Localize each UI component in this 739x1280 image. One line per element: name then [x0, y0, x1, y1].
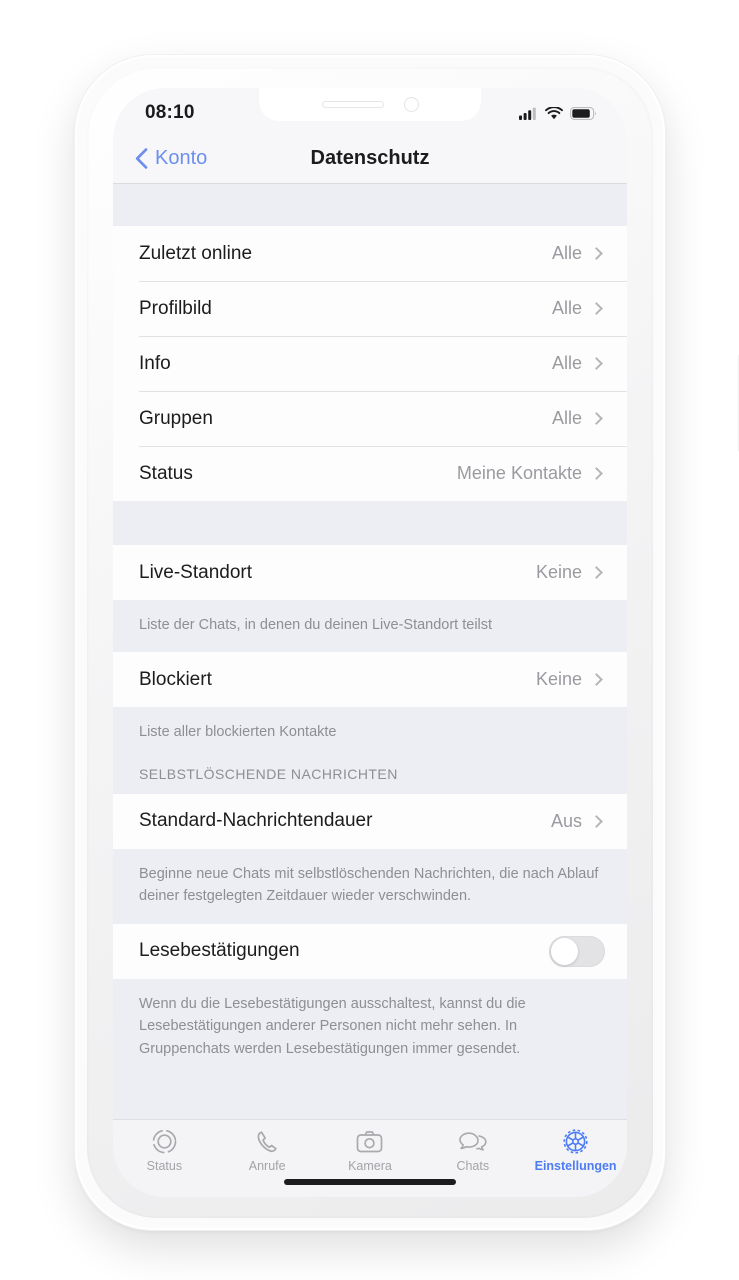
- status-rings-icon: [151, 1128, 178, 1155]
- tab-status[interactable]: Status: [113, 1128, 216, 1173]
- tab-label: Chats: [456, 1159, 490, 1173]
- home-indicator-bar[interactable]: [284, 1179, 456, 1185]
- chevron-right-icon: [590, 566, 603, 579]
- earpiece-speaker-icon: [321, 101, 384, 108]
- row-info[interactable]: Info Alle: [113, 336, 627, 391]
- chevron-right-icon: [590, 815, 603, 828]
- tab-chats[interactable]: Chats: [421, 1128, 524, 1173]
- chevron-right-icon: [590, 673, 603, 687]
- row-label: Zuletzt online: [139, 242, 253, 264]
- row-value: Alle: [551, 353, 582, 373]
- chevron-right-icon: [590, 412, 603, 425]
- tab-label: Anrufe: [248, 1159, 286, 1173]
- row-gruppen[interactable]: Gruppen Alle: [113, 391, 627, 446]
- chevron-right-icon: [590, 247, 603, 260]
- battery-icon: [570, 106, 597, 120]
- phone-screen: 08:10 Konto Datenschutz Zuletzt online A…: [113, 88, 627, 1197]
- row-label: Status: [139, 462, 193, 484]
- read-receipts-toggle[interactable]: [549, 935, 605, 967]
- back-button-label: Konto: [155, 147, 208, 169]
- row-status[interactable]: Status Meine Kontakte: [113, 446, 627, 501]
- row-value: Alle: [551, 243, 582, 263]
- tab-einstellungen[interactable]: Einstellungen: [524, 1128, 627, 1173]
- row-value: Alle: [551, 298, 582, 318]
- chevron-right-icon: [590, 467, 603, 480]
- tab-label: Kamera: [348, 1159, 392, 1173]
- row-label: Live-Standort: [139, 561, 253, 583]
- tab-kamera[interactable]: Kamera: [319, 1128, 422, 1173]
- row-label: Standard-Nachrichtendauer: [139, 810, 373, 832]
- row-value: Keine: [535, 669, 582, 690]
- row-label: Profilbild: [139, 297, 212, 319]
- row-value: Keine: [535, 562, 582, 582]
- row-standard-nachrichtendauer[interactable]: Standard-Nachrichtendauer Aus: [113, 793, 627, 849]
- gear-icon: [562, 1128, 589, 1155]
- navigation-bar: Konto Datenschutz: [113, 134, 627, 184]
- tab-label: Einstellungen: [534, 1159, 617, 1173]
- back-button[interactable]: Konto: [113, 147, 207, 170]
- row-zuletzt-online[interactable]: Zuletzt online Alle: [113, 226, 627, 281]
- front-camera-icon: [403, 97, 419, 112]
- row-value: Aus: [550, 810, 582, 831]
- row-label: Lesebestätigungen: [139, 940, 300, 962]
- toggle-knob: [551, 937, 578, 965]
- row-live-standort[interactable]: Live-Standort Keine: [113, 545, 627, 600]
- camera-icon: [356, 1128, 383, 1155]
- status-bar-time: 08:10: [145, 102, 195, 123]
- footer-read-receipts: Wenn du die Lesebestätigungen ausschalte…: [113, 978, 627, 1077]
- privacy-visibility-group: Zuletzt online Alle Profilbild Alle Info…: [113, 226, 627, 501]
- row-value: Alle: [551, 408, 582, 428]
- row-value: Meine Kontakte: [456, 463, 582, 483]
- row-profilbild[interactable]: Profilbild Alle: [113, 281, 627, 336]
- section-spacer-top: [113, 184, 627, 226]
- wifi-icon: [545, 106, 563, 119]
- row-blockiert[interactable]: Blockiert Keine: [113, 652, 627, 708]
- tab-bar: Status Anrufe Kamera Chats Einstellungen: [113, 1119, 627, 1197]
- tab-label: Status: [146, 1159, 183, 1173]
- phone-icon: [254, 1128, 280, 1155]
- device-notch: [259, 88, 481, 121]
- row-label: Info: [139, 352, 171, 374]
- chevron-right-icon: [590, 302, 603, 315]
- footer-live-standort: Liste der Chats, in denen du deinen Live…: [113, 600, 627, 653]
- footer-blockiert: Liste aller blockierten Kontakte: [113, 707, 627, 756]
- chat-bubbles-icon: [458, 1128, 488, 1155]
- screenshot-stage: 08:10 Konto Datenschutz Zuletzt online A…: [0, 0, 739, 1280]
- chevron-right-icon: [590, 357, 603, 370]
- row-lesebestaetigungen[interactable]: Lesebestätigungen: [113, 923, 627, 979]
- cellular-signal-icon: [519, 107, 536, 120]
- section-header-disappearing-messages: SELBSTLÖSCHENDE NACHRICHTEN: [113, 755, 627, 794]
- section-spacer-mid: [113, 501, 627, 545]
- tab-anrufe[interactable]: Anrufe: [216, 1128, 319, 1173]
- chevron-left-icon: [135, 148, 148, 169]
- status-bar-icons: [519, 103, 597, 120]
- row-label: Blockiert: [139, 668, 212, 690]
- row-label: Gruppen: [139, 407, 213, 429]
- settings-content[interactable]: Zuletzt online Alle Profilbild Alle Info…: [113, 184, 627, 1197]
- footer-disappearing-messages: Beginne neue Chats mit selbstlöschenden …: [113, 848, 627, 924]
